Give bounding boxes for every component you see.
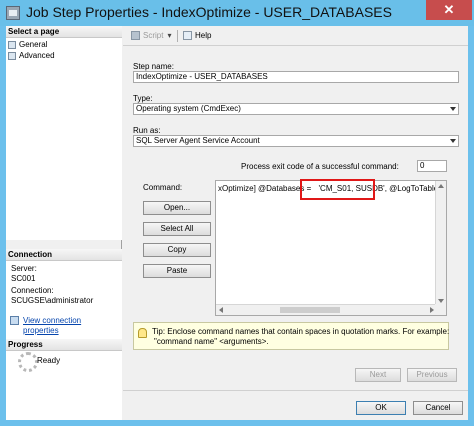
step-name-label: Step name: (133, 62, 174, 71)
progress-status: Ready (37, 356, 61, 365)
type-label: Type: (133, 94, 153, 103)
exit-code-label: Process exit code of a successful comman… (241, 162, 399, 171)
scroll-up-arrow-icon[interactable] (438, 184, 444, 188)
view-connection-properties-link[interactable]: View connection (23, 316, 81, 325)
help-icon (183, 31, 192, 40)
dialog-client-area: Select a page General Advanced Connectio… (6, 26, 468, 420)
chevron-down-icon: ▾ (167, 31, 172, 40)
title-bar[interactable]: Job Step Properties - IndexOptimize - US… (0, 0, 474, 26)
select-page-header: Select a page (6, 26, 122, 38)
page-icon (8, 51, 16, 60)
help-button[interactable]: Help (183, 31, 211, 40)
connection-header: Connection (6, 249, 122, 261)
window-icon (6, 6, 20, 20)
chevron-down-icon (450, 107, 456, 111)
page-icon (8, 40, 16, 49)
connection-value: SCUGSE\administrator (11, 296, 94, 305)
command-text-part1: xOptimize] @Databases = (218, 184, 312, 193)
progress-spinner-icon (18, 352, 38, 372)
left-pane: Select a page General Advanced Connectio… (6, 26, 122, 420)
command-horizontal-scrollbar[interactable] (216, 304, 437, 315)
horizontal-scroll-thumb[interactable] (280, 307, 340, 313)
script-button[interactable]: Script ▾ (131, 31, 171, 40)
paste-button[interactable]: Paste (143, 264, 211, 278)
right-pane: Script ▾ Help Step name: IndexOptimize -… (123, 26, 468, 420)
toolbar: Script ▾ Help (123, 26, 468, 46)
select-all-button[interactable]: Select All (143, 222, 211, 236)
exit-code-input[interactable]: 0 (417, 160, 447, 172)
tip-box: Tip: Enclose command names that contain … (133, 322, 449, 350)
server-label: Server: (11, 264, 37, 273)
help-label: Help (195, 31, 212, 40)
scroll-left-arrow-icon[interactable] (219, 307, 223, 313)
previous-button[interactable]: Previous (407, 368, 457, 382)
next-button[interactable]: Next (355, 368, 401, 382)
job-step-properties-window: Job Step Properties - IndexOptimize - US… (0, 0, 474, 426)
command-label: Command: (143, 183, 183, 192)
close-button[interactable]: ✕ (426, 0, 472, 20)
scroll-down-arrow-icon[interactable] (438, 299, 444, 303)
command-vertical-scrollbar[interactable] (435, 181, 446, 306)
type-dropdown[interactable]: Operating system (CmdExec) (133, 103, 459, 115)
type-value: Operating system (CmdExec) (136, 104, 241, 113)
cancel-button[interactable]: Cancel (413, 401, 463, 415)
nav-item-general[interactable]: General (8, 39, 47, 50)
toolbar-separator (177, 30, 178, 42)
nav-item-label: Advanced (19, 51, 55, 60)
script-icon (131, 31, 140, 40)
red-highlight-box (300, 179, 375, 200)
server-value: SC001 (11, 274, 36, 283)
scrollbar-corner (435, 304, 446, 315)
tip-line2: "command name" <arguments>. (154, 337, 269, 346)
run-as-dropdown[interactable]: SQL Server Agent Service Account (133, 135, 459, 147)
page-list (6, 38, 122, 240)
run-as-label: Run as: (133, 126, 161, 135)
open-button[interactable]: Open... (143, 201, 211, 215)
step-name-input[interactable]: IndexOptimize - USER_DATABASES (133, 71, 459, 83)
connection-label: Connection: (11, 286, 54, 295)
scroll-right-arrow-icon[interactable] (430, 307, 434, 313)
progress-header: Progress (6, 339, 122, 351)
command-textbox[interactable]: xOptimize] @Databases = 'CM_S01, SUSDB',… (215, 180, 447, 316)
tip-line1: Tip: Enclose command names that contain … (152, 327, 450, 336)
nav-item-label: General (19, 40, 48, 49)
ok-button[interactable]: OK (356, 401, 406, 415)
run-as-value: SQL Server Agent Service Account (136, 136, 260, 145)
connection-properties-icon (10, 316, 19, 325)
view-connection-properties-link-line2[interactable]: properties (23, 326, 59, 335)
window-title: Job Step Properties - IndexOptimize - US… (26, 4, 392, 20)
copy-button[interactable]: Copy (143, 243, 211, 257)
nav-item-advanced[interactable]: Advanced (8, 50, 55, 61)
chevron-down-icon (450, 139, 456, 143)
script-label: Script (143, 31, 164, 40)
lightbulb-icon (138, 328, 147, 338)
